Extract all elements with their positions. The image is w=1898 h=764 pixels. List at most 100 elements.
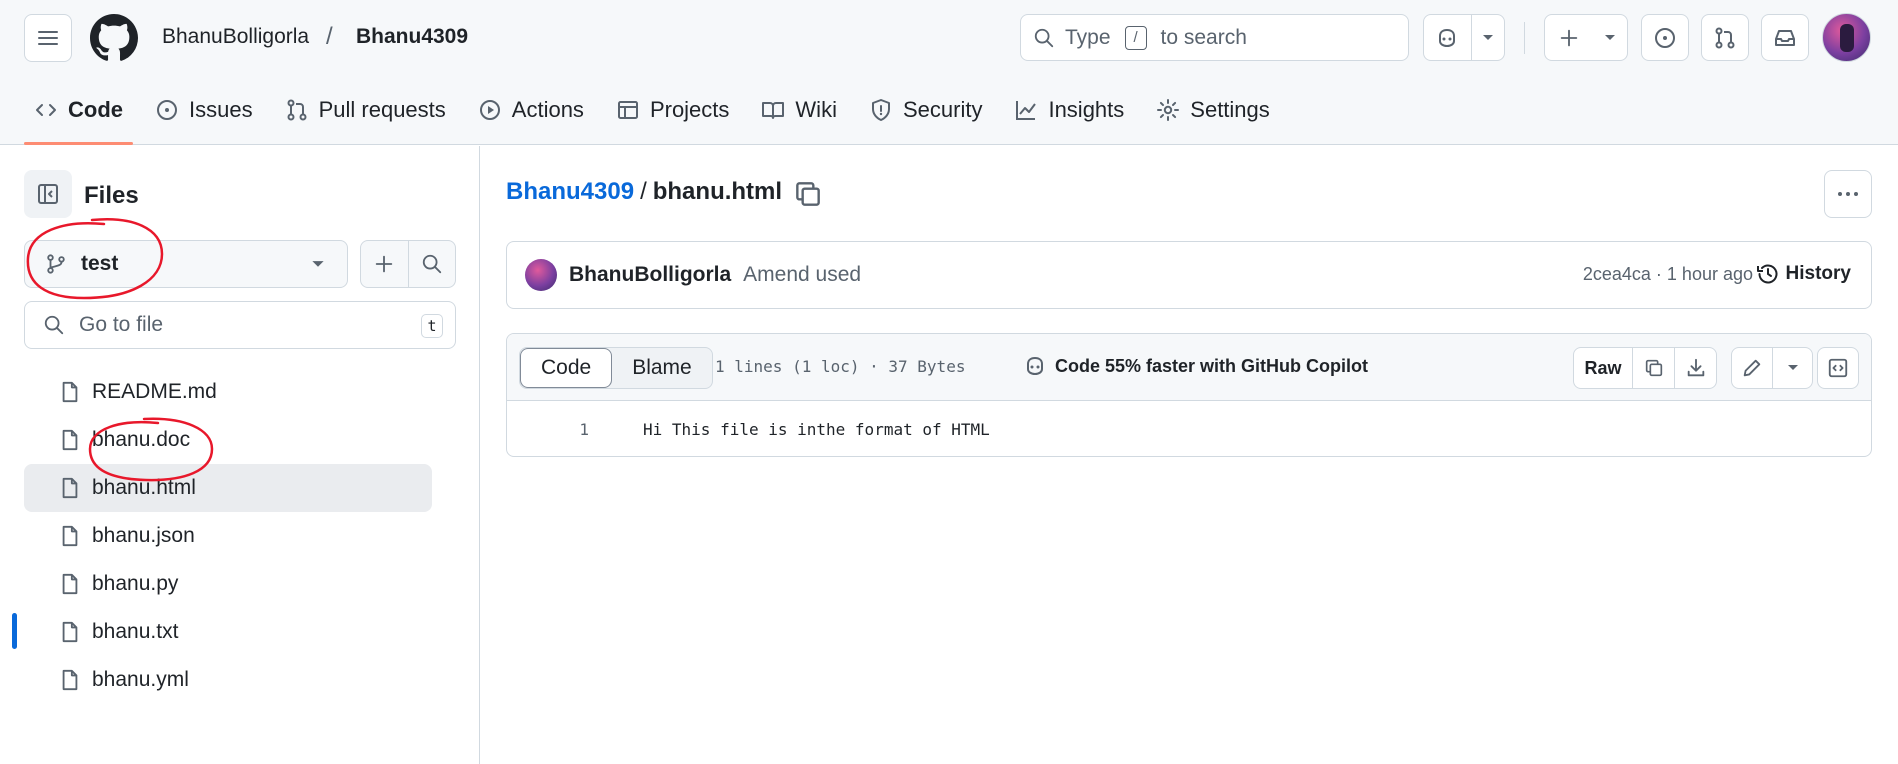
triangle-down-icon	[1482, 34, 1493, 40]
copy-raw-button[interactable]	[1632, 348, 1674, 388]
issues-button[interactable]	[1641, 14, 1689, 61]
copilot-promo-text: Code 55% faster with GitHub Copilot	[1055, 355, 1369, 376]
repo-nav: Code Issues Pull requests Actions Projec…	[24, 88, 1292, 145]
history-label: History	[1785, 263, 1851, 284]
gear-icon	[1157, 99, 1180, 121]
copilot-promo-link[interactable]: Code 55% faster with GitHub Copilot	[1023, 354, 1368, 378]
commit-message[interactable]: Amend used	[743, 263, 861, 287]
menu-button[interactable]	[24, 14, 72, 62]
shield-icon	[871, 99, 890, 121]
file-name: bhanu.doc	[92, 428, 191, 451]
file-name: bhanu.html	[92, 476, 196, 499]
tab-actions-label: Actions	[511, 97, 584, 122]
symbols-panel-button[interactable]	[1817, 347, 1859, 389]
history-icon	[1756, 264, 1777, 284]
tab-wiki-label: Wiki	[795, 97, 837, 122]
code-icon	[36, 104, 56, 116]
commit-author-avatar[interactable]	[525, 259, 557, 291]
search-files-button[interactable]	[407, 241, 456, 287]
tab-pull-requests-label: Pull requests	[318, 97, 446, 122]
collapse-sidebar-button[interactable]	[24, 170, 72, 218]
file-list: README.md bhanu.doc bhanu.html bhanu.jso…	[24, 368, 432, 704]
breadcrumb-owner[interactable]: BhanuBolligorla	[162, 25, 309, 49]
file-item-bhanu-json[interactable]: bhanu.json	[24, 512, 432, 560]
file-item-bhanu-doc[interactable]: bhanu.doc	[24, 416, 432, 464]
file-icon	[62, 429, 78, 451]
file-item-bhanu-py[interactable]: bhanu.py	[24, 560, 432, 608]
sidebar-actions	[360, 240, 456, 288]
search-icon	[422, 254, 441, 274]
file-item-bhanu-html[interactable]: bhanu.html	[24, 464, 432, 512]
play-icon	[479, 100, 500, 120]
branch-name: test	[81, 252, 119, 275]
view-mode-toggle: Code Blame	[519, 347, 713, 389]
header-divider	[1524, 22, 1525, 54]
breadcrumb-separator: /	[326, 23, 333, 50]
create-dropdown-button[interactable]	[1594, 15, 1627, 60]
issue-icon	[157, 100, 177, 120]
edit-actions	[1731, 347, 1813, 389]
file-path-breadcrumb: Bhanu4309 / bhanu.html	[506, 178, 782, 206]
go-to-file-placeholder: Go to file	[79, 313, 164, 336]
copilot-dropdown-button[interactable]	[1470, 15, 1504, 60]
copilot-button[interactable]	[1424, 15, 1471, 60]
edit-dropdown-button[interactable]	[1772, 348, 1812, 388]
create-new-button[interactable]	[1545, 15, 1594, 60]
pull-requests-button[interactable]	[1701, 14, 1749, 61]
copy-path-button[interactable]	[792, 178, 824, 210]
more-options-button[interactable]	[1824, 170, 1872, 218]
copilot-icon	[1027, 356, 1043, 376]
download-button[interactable]	[1674, 348, 1716, 388]
kebab-horizontal-icon	[1838, 192, 1858, 196]
global-search-input[interactable]: Type / to search	[1020, 14, 1409, 61]
file-item-bhanu-yml[interactable]: bhanu.yml	[24, 656, 432, 704]
search-icon	[1034, 28, 1054, 47]
github-logo-icon[interactable]	[90, 14, 138, 62]
add-file-button[interactable]	[361, 241, 408, 287]
branch-selector[interactable]: test	[24, 240, 348, 288]
git-branch-icon	[47, 254, 65, 274]
edit-file-button[interactable]	[1732, 348, 1772, 388]
history-button[interactable]: History	[1756, 262, 1851, 286]
pencil-icon	[1743, 359, 1761, 377]
breadcrumb-repo[interactable]: Bhanu4309	[356, 25, 468, 49]
tab-code[interactable]: Code	[24, 88, 133, 145]
blame-view-button[interactable]: Blame	[612, 348, 712, 388]
issue-icon	[1655, 27, 1675, 48]
tab-settings-label: Settings	[1190, 97, 1270, 122]
path-repo-link[interactable]: Bhanu4309	[506, 178, 634, 206]
tab-insights[interactable]: Insights	[1004, 88, 1134, 132]
user-avatar[interactable]	[1822, 13, 1871, 62]
commit-sha-time[interactable]: 2cea4ca · 1 hour ago	[1583, 264, 1753, 285]
tab-insights-label: Insights	[1048, 97, 1125, 122]
go-to-file-input[interactable]: Go to file t	[24, 301, 456, 349]
file-name: README.md	[92, 380, 217, 403]
file-item-bhanu-txt[interactable]: bhanu.txt	[24, 608, 432, 656]
code-line: 1 Hi This file is inthe format of HTML	[507, 401, 1871, 456]
tab-issues[interactable]: Issues	[145, 88, 263, 132]
file-item-readme[interactable]: README.md	[24, 368, 432, 416]
tab-code-label: Code	[68, 97, 123, 122]
tab-security[interactable]: Security	[859, 88, 992, 132]
plus-icon	[376, 255, 393, 273]
download-icon	[1687, 358, 1704, 377]
tab-pull-requests[interactable]: Pull requests	[275, 88, 456, 132]
code-view-button[interactable]: Code	[520, 348, 613, 388]
tab-projects[interactable]: Projects	[606, 88, 739, 132]
commit-author[interactable]: BhanuBolligorla	[569, 263, 731, 287]
tab-settings[interactable]: Settings	[1146, 88, 1280, 132]
tab-wiki[interactable]: Wiki	[751, 88, 847, 132]
file-icon	[62, 669, 78, 691]
tab-actions[interactable]: Actions	[468, 88, 594, 132]
pull-request-icon	[287, 99, 307, 121]
file-icon	[62, 477, 78, 499]
line-number[interactable]: 1	[507, 420, 589, 439]
hamburger-icon	[38, 31, 58, 45]
pull-request-icon	[1715, 27, 1735, 48]
search-icon	[44, 315, 64, 335]
book-icon	[762, 102, 785, 119]
copilot-menu	[1423, 14, 1505, 61]
triangle-down-icon	[312, 261, 324, 267]
inbox-button[interactable]	[1761, 14, 1809, 61]
raw-button[interactable]: Raw	[1574, 348, 1632, 388]
